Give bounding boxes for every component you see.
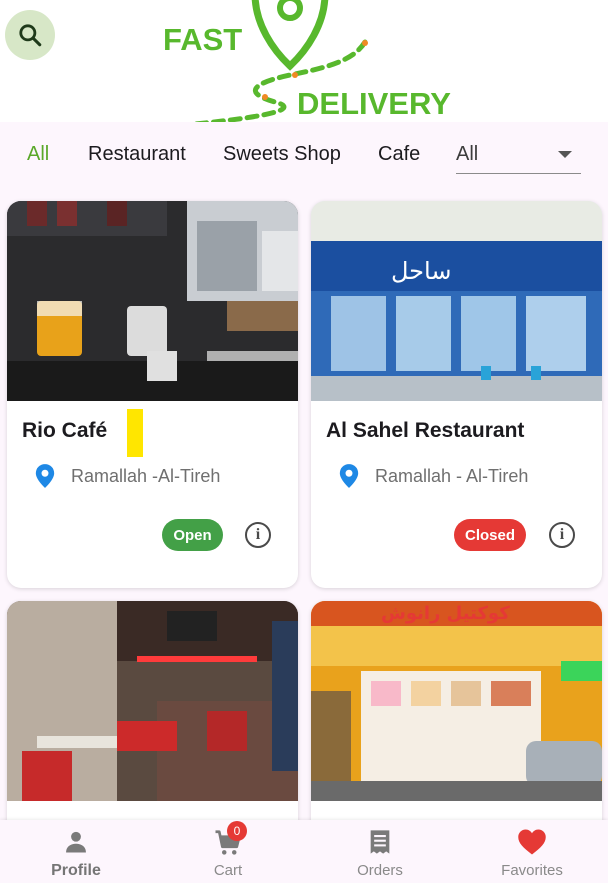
fast-delivery-logo: FAST DELIVERY xyxy=(163,0,451,122)
filter-tab-all[interactable]: All xyxy=(27,143,49,166)
store-location-text: Ramallah -Al-Tireh xyxy=(71,465,221,486)
nav-cart[interactable]: 0 Cart xyxy=(152,820,304,883)
logo-text-fast: FAST xyxy=(163,22,242,57)
search-button[interactable] xyxy=(5,10,55,60)
nav-label-cart: Cart xyxy=(213,862,243,879)
filter-tab-cafe[interactable]: Cafe xyxy=(378,143,420,166)
nav-profile[interactable]: Profile xyxy=(0,820,152,883)
status-badge: Open xyxy=(162,519,223,551)
dropdown-selected-value: All xyxy=(456,143,479,165)
nav-label-orders: Orders xyxy=(357,862,403,879)
store-name: Al Sahel Restaurant xyxy=(326,419,525,442)
filter-tab-restaurant[interactable]: Restaurant xyxy=(88,143,186,166)
store-card-al-sahel[interactable]: ساحل Al Sahel Restaurant Ramallah - Al-T… xyxy=(311,201,602,588)
filter-tab-sweets-shop[interactable]: Sweets Shop xyxy=(223,143,341,166)
app-header: FAST DELIVERY xyxy=(0,0,608,122)
store-card-rio-cafe[interactable]: Rio Café Ramallah -Al-Tireh Open i xyxy=(7,201,298,588)
receipt-icon xyxy=(370,830,390,854)
store-location: Ramallah - Al-Tireh xyxy=(338,463,528,489)
store-image: كوكتيل رانوش xyxy=(311,601,602,801)
store-location: Ramallah -Al-Tireh xyxy=(34,463,220,489)
nav-orders[interactable]: Orders xyxy=(304,820,456,883)
location-pin-icon xyxy=(35,464,55,488)
svg-text:كوكتيل رانوش: كوكتيل رانوش xyxy=(381,603,510,624)
city-filter-dropdown[interactable]: All xyxy=(456,140,581,174)
heart-icon xyxy=(518,829,546,855)
info-icon[interactable]: i xyxy=(549,522,575,548)
bottom-navigation: Profile 0 Cart Orders Favorites xyxy=(0,820,608,883)
store-image xyxy=(7,201,298,401)
store-card-4[interactable]: كوكتيل رانوش xyxy=(311,601,602,841)
search-icon xyxy=(19,24,42,47)
store-location-text: Ramallah - Al-Tireh xyxy=(375,465,529,486)
cart-count-badge: 0 xyxy=(227,821,247,841)
nav-label-favorites: Favorites xyxy=(501,862,563,879)
svg-text:ساحل: ساحل xyxy=(391,257,451,285)
highlight-marker xyxy=(127,409,143,457)
chevron-down-icon xyxy=(558,151,572,158)
person-icon xyxy=(66,831,86,853)
store-name: Rio Café xyxy=(22,419,108,442)
nav-label-profile: Profile xyxy=(51,862,101,879)
store-card-3[interactable] xyxy=(7,601,298,841)
nav-favorites[interactable]: Favorites xyxy=(456,820,608,883)
logo-text-delivery: DELIVERY xyxy=(297,86,451,121)
status-badge: Closed xyxy=(454,519,526,551)
store-image: ساحل xyxy=(311,201,602,401)
location-pin-icon xyxy=(339,464,359,488)
store-image xyxy=(7,601,298,801)
info-icon[interactable]: i xyxy=(245,522,271,548)
